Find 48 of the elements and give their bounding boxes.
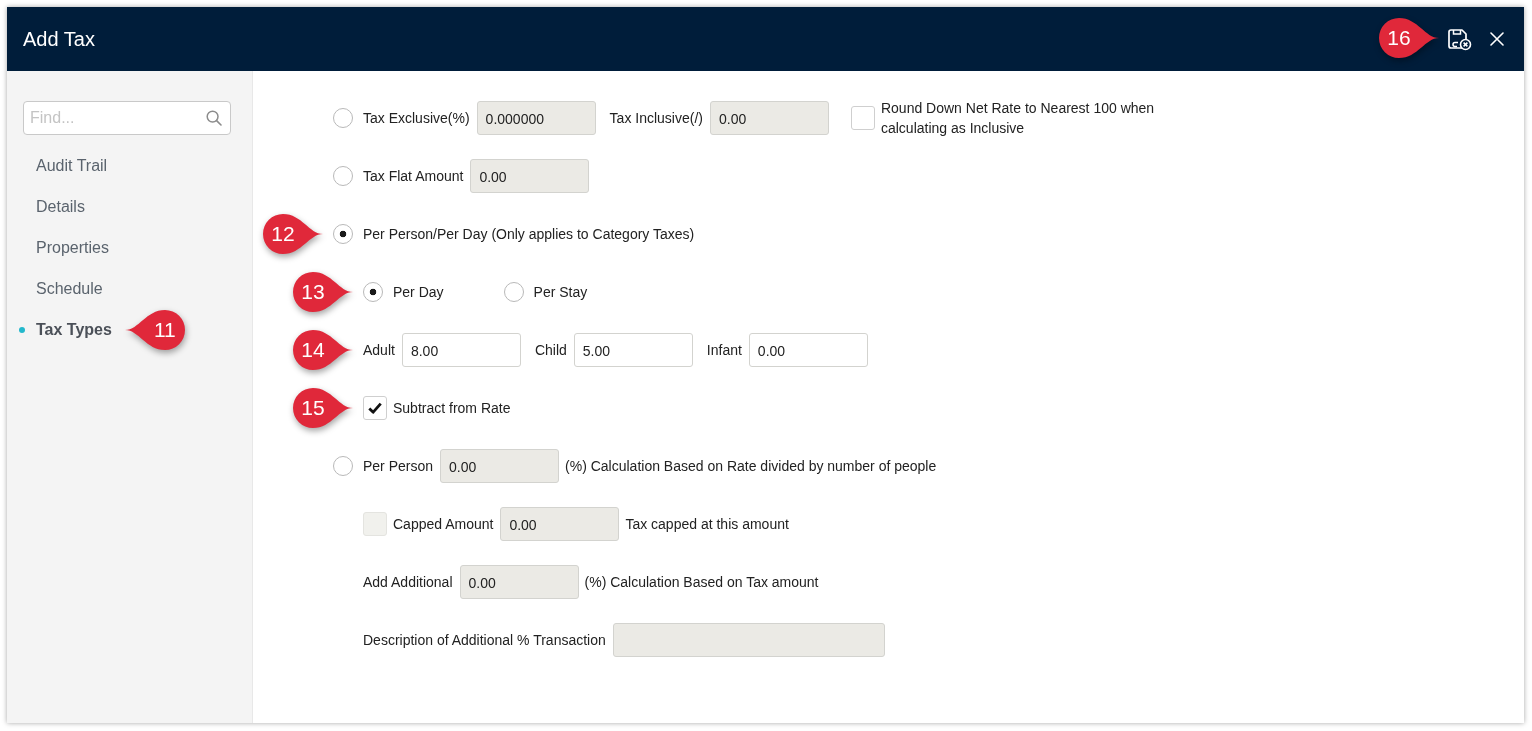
nav-item[interactable]: Tax Types (19, 320, 112, 339)
nav-item[interactable]: Details (36, 197, 85, 216)
nav-item[interactable]: Audit Trail (36, 156, 108, 175)
hint-text: (%) Calculation Based on Rate divided by number of people (565, 458, 937, 474)
field-label: Tax Inclusive(/) (609, 110, 703, 126)
hint-text: (%) Calculation Based on Tax amount (584, 574, 819, 590)
radio-label: Per Person/Per Day (Only applies to Category Taxes) (363, 226, 695, 242)
radio-label: Per Person (363, 458, 434, 474)
radio-button[interactable] (333, 224, 353, 244)
search-icon (206, 110, 222, 126)
nav-item[interactable]: Schedule (36, 279, 103, 298)
field-label: Description of Additional % Transaction (363, 632, 606, 648)
checkbox-label: Capped Amount (393, 515, 494, 534)
checkbox-label: Round Down Net Rate to Nearest 100 when calculating as Inclusive (880, 99, 1156, 138)
radio-button[interactable] (333, 166, 353, 186)
floppy-disk-x-icon (1446, 27, 1472, 51)
hint-text: Tax capped at this amount (625, 516, 789, 532)
dot-icon (19, 326, 25, 333)
field-label: Child (534, 342, 567, 358)
step-callout: 14 (293, 330, 353, 370)
radio-label: Tax Exclusive(%) (363, 110, 470, 126)
field-label: Add Additional (363, 574, 453, 590)
nav-item[interactable]: Properties (36, 238, 109, 257)
radio-label: Tax Flat Amount (363, 168, 464, 184)
step-callout: 13 (293, 272, 353, 312)
text-field[interactable]: 8.00 (401, 333, 521, 367)
radio-label: Per Day (393, 284, 444, 300)
text-field[interactable]: 0.00 (748, 333, 868, 367)
radio-button[interactable] (363, 282, 383, 302)
step-callout: 16 (1379, 18, 1439, 58)
close-button[interactable] (1490, 32, 1504, 46)
checkbox[interactable] (363, 396, 387, 420)
field-label: Infant (706, 342, 742, 358)
field-label: Adult (363, 342, 395, 358)
radio-button[interactable] (333, 108, 353, 128)
search-field[interactable]: Find... (23, 101, 231, 135)
step-callout: 12 (263, 214, 323, 254)
radio-button[interactable] (333, 456, 353, 476)
close-icon (1490, 32, 1504, 46)
dialog-title: Add Tax (23, 27, 95, 51)
text-field[interactable]: 5.00 (573, 333, 693, 367)
checkbox[interactable] (850, 106, 875, 130)
save-button[interactable] (1446, 27, 1472, 51)
step-callout: 15 (293, 388, 353, 428)
checkmark-icon (368, 402, 382, 414)
radio-label: Per Stay (533, 284, 588, 300)
radio-button[interactable] (503, 282, 524, 302)
checkbox-label: Subtract from Rate (393, 399, 511, 418)
